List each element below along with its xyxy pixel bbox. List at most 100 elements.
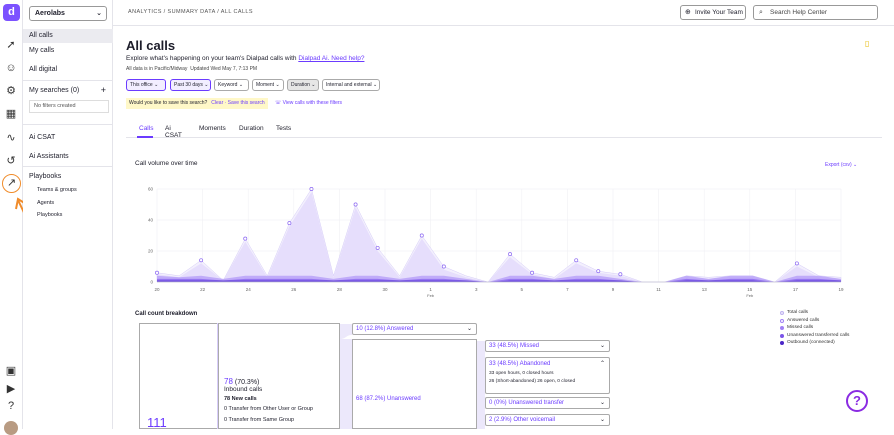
search-input[interactable]: ⌕ Search Help Center [753,5,878,20]
chevron-down-icon: ⌄ [96,10,102,17]
x-tick-label: 22 [200,287,206,292]
page-title: All calls [126,38,176,53]
data-point[interactable] [508,252,512,257]
missed-dropdown[interactable]: 33 (48.5%) Missed ⌄ [485,340,610,352]
help-bubble-icon[interactable]: ? [846,390,868,412]
main-content: All calls ▯ Explore what's happening on … [113,27,894,430]
data-point[interactable] [199,258,204,263]
tab-calls[interactable]: Calls [139,125,153,132]
filter-internal-external[interactable]: Internal and external ⌄ [322,79,380,91]
legend-item-unanswered-transferred: Unanswered transferred calls [780,332,849,340]
x-tick-label: 26 [291,287,297,292]
x-month-label: Feb [746,293,754,298]
inbound-calls-block[interactable]: 78 (70.3%) Inbound calls 78 New calls 0 … [218,323,340,429]
data-point[interactable] [618,272,623,277]
dialpad-icon[interactable]: ▣ [4,364,18,378]
sidebar-item-ai-csat[interactable]: Ai CSAT [23,131,113,145]
pin-icon[interactable]: ▯ [865,39,869,48]
chevron-down-icon: ⌄ [599,343,605,349]
save-search-bar: Would you like to save this search? Clear… [126,98,268,109]
video-icon[interactable]: ▶ [4,382,18,396]
total-calls-block[interactable] [139,323,217,429]
sidebar-sub-teams-groups[interactable]: Teams & groups [37,187,77,193]
x-tick-label: 15 [747,287,753,292]
person-icon[interactable]: ☺ [4,61,18,75]
search-icon: ⌕ [759,9,763,16]
filter-moment[interactable]: Moment ⌄ [252,79,284,91]
help-icon[interactable]: ? [4,399,18,413]
filter-duration[interactable]: Duration ⌄ [287,79,319,91]
rocket-icon[interactable]: ➚ [4,38,18,52]
call-volume-chart: 020406020 22 24 26 28 30 1Feb3 5 7 9 11 13 15Feb17 19 [148,187,844,299]
gear-icon[interactable]: ⚙ [4,84,18,98]
total-calls-value: 111 [147,415,167,430]
tab-moments[interactable]: Moments [199,125,226,132]
add-search-icon[interactable]: + [101,85,106,95]
data-point[interactable] [287,221,292,226]
x-tick-label: 7 [566,287,569,292]
data-point[interactable] [441,264,446,269]
invite-team-button[interactable]: ⊕ Invite Your Team [680,5,746,20]
chevron-up-icon: ⌃ [599,361,605,367]
tab-tests[interactable]: Tests [276,125,291,132]
x-tick-label: 9 [612,287,615,292]
legend-item-outbound: Outbound (connected) [780,339,849,347]
x-tick-label: 17 [793,287,799,292]
data-point[interactable] [419,233,424,238]
trend-icon[interactable]: ↗ [2,174,21,193]
answered-dropdown[interactable]: 10 (12.8%) Answered ⌄ [352,323,477,335]
sidebar-item-my-searches[interactable]: My searches (0) [23,84,113,98]
top-bar: ANALYTICS / SUMMARY DATA / ALL CALLS ⊕ In… [113,0,894,26]
sidebar-item-playbooks[interactable]: Playbooks [23,170,113,184]
abandoned-panel[interactable]: 33 (48.5%) Abandoned ⌃ 33 open hours, 0 … [485,357,610,394]
pulse-icon[interactable]: ∿ [4,131,18,145]
avatar[interactable] [4,421,18,435]
x-tick-label: 28 [337,287,343,292]
sidebar-sub-agents[interactable]: Agents [37,200,54,206]
x-tick-label: 13 [702,287,708,292]
sidebar-item-ai-assistants[interactable]: Ai Assistants [23,150,113,164]
export-csv-button[interactable]: Export (csv) ⌄ [825,162,857,168]
sidebar-item-all-calls[interactable]: All calls [23,29,113,43]
building-icon[interactable]: ▦ [4,107,18,121]
data-point[interactable] [309,187,314,191]
data-point[interactable] [375,245,380,250]
explore-text: Explore what's happening on your team's … [126,55,365,62]
legend-item-missed: Missed calls [780,324,849,332]
save-search-button[interactable]: Clear · Save this search [211,100,264,106]
tab-duration[interactable]: Duration [239,125,264,132]
breadcrumb: ANALYTICS / SUMMARY DATA / ALL CALLS [128,9,253,15]
legend-item-answered: Answered calls [780,317,849,325]
chevron-down-icon: ⌄ [466,326,472,332]
sidebar-item-my-calls[interactable]: My calls [23,44,113,58]
unanswered-block[interactable]: 68 (87.2%) Unanswered [352,339,477,429]
data-point[interactable] [794,261,799,266]
dialpad-logo-icon[interactable]: d [3,4,20,21]
data-point[interactable] [530,270,535,275]
sidebar-sub-playbooks[interactable]: Playbooks [37,212,62,218]
y-tick-label: 0 [150,280,153,285]
inbound-transfer-same: 0 Transfer from Same Group [224,417,294,423]
view-calls-link[interactable]: ☏ View calls with these filters [275,100,342,106]
x-tick-label: 19 [838,287,844,292]
chart-title: Call volume over time [135,160,198,167]
filter-office[interactable]: This office ⌄ [126,79,166,91]
inbound-transfer-other: 0 Transfer from Other User or Group [224,406,313,412]
filter-date-range[interactable]: Past 30 days ⌄ [170,79,211,91]
x-tick-label: 30 [382,287,388,292]
sidebar: Aerolabs ⌄ All calls My calls All digital… [23,0,113,429]
chevron-down-icon: ⌄ [599,417,605,423]
data-point[interactable] [353,202,358,207]
data-point[interactable] [243,236,248,241]
other-voicemail-dropdown[interactable]: 2 (2.9%) Other voicemail ⌄ [485,414,610,426]
data-point[interactable] [596,269,601,274]
data-point[interactable] [155,270,159,275]
filter-keyword[interactable]: Keyword ⌄ [214,79,249,91]
breakdown-title: Call count breakdown [135,311,198,317]
history-icon[interactable]: ↺ [4,154,18,168]
data-point[interactable] [574,258,579,263]
unanswered-transfer-dropdown[interactable]: 0 (0%) Unanswered transfer ⌄ [485,397,610,409]
dialpad-ai-help-link[interactable]: Dialpad Ai. Need help? [298,55,364,62]
sidebar-item-all-digital[interactable]: All digital [23,63,113,77]
org-selector[interactable]: Aerolabs ⌄ [29,6,107,21]
